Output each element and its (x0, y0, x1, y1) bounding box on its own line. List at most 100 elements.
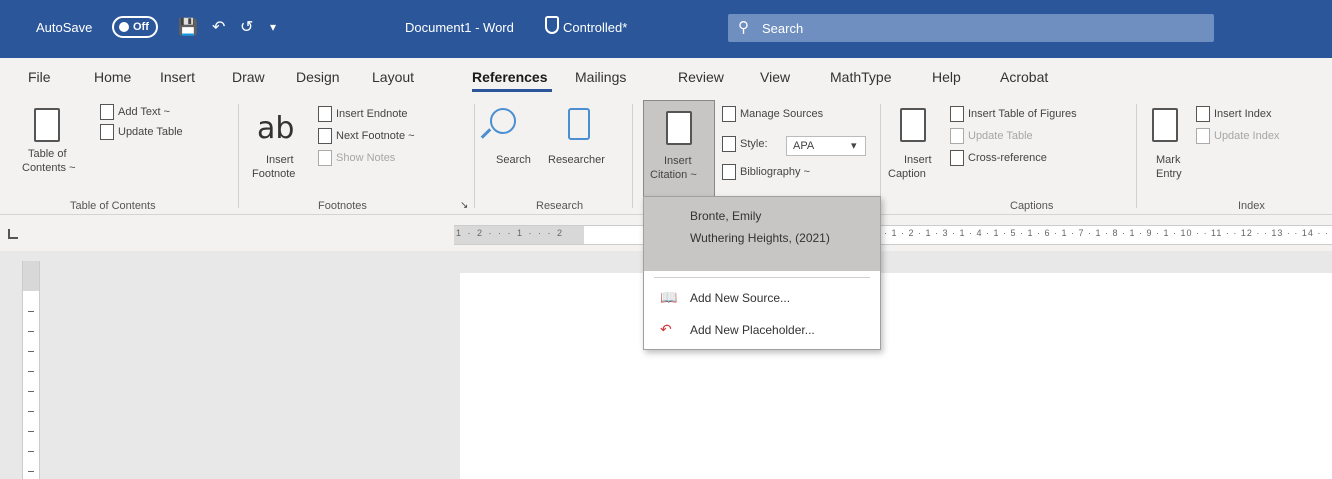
document-page[interactable] (460, 273, 1332, 479)
bibliography-button[interactable]: Bibliography ~ (740, 166, 810, 178)
search-button[interactable]: Search (496, 154, 531, 166)
redo-icon[interactable]: ↺ (240, 17, 253, 37)
tab-insert[interactable]: Insert (160, 69, 195, 85)
save-icon[interactable]: 💾 (178, 17, 198, 37)
insert-citation-icon (666, 111, 692, 145)
ruler-tick (28, 411, 34, 412)
tab-layout[interactable]: Layout (372, 69, 414, 85)
add-placeholder-icon: ↶ (660, 321, 672, 337)
style-label: Style: (740, 138, 768, 150)
group-separator (880, 104, 881, 208)
insert-footnote-l1[interactable]: Insert (266, 154, 294, 166)
researcher-button[interactable]: Researcher (548, 154, 605, 166)
style-icon (722, 136, 736, 152)
autosave-toggle[interactable]: Off (112, 16, 158, 38)
table-of-contents-button-l2[interactable]: Contents ~ (22, 162, 76, 174)
insert-citation-button[interactable]: Insert Citation ~ (643, 100, 715, 206)
citation-title: Wuthering Heights, (2021) (690, 231, 830, 245)
insert-footnote-icon[interactable]: ab (257, 111, 294, 146)
undo-icon[interactable]: ↶ (212, 17, 225, 37)
tab-review[interactable]: Review (678, 69, 724, 85)
insert-index-icon (1196, 106, 1210, 122)
document-background (0, 251, 460, 479)
sensitivity-label[interactable]: Controlled* (563, 20, 627, 35)
tab-design[interactable]: Design (296, 69, 340, 85)
insert-caption-icon[interactable] (900, 108, 926, 142)
chevron-down-icon: ▾ (851, 140, 857, 152)
insert-endnote-button[interactable]: Insert Endnote (336, 108, 408, 120)
tab-home[interactable]: Home (94, 69, 131, 85)
add-new-source-item[interactable]: Add New Source... (690, 291, 790, 305)
cross-reference-button[interactable]: Cross-reference (968, 152, 1047, 164)
table-of-contents-button-l1[interactable]: Table of (28, 148, 67, 160)
toggle-knob (119, 22, 129, 32)
horizontal-ruler[interactable]: 1 · 2 · · · 1 · · · 2 · 1 · 2 · 1 · 3 · … (454, 225, 1332, 245)
table-of-contents-icon[interactable] (34, 108, 60, 142)
show-notes-icon (318, 150, 332, 166)
group-label-toc: Table of Contents (70, 200, 156, 212)
bibliography-icon (722, 164, 736, 180)
update-index-icon (1196, 128, 1210, 144)
insert-footnote-l2[interactable]: Footnote (252, 168, 295, 180)
shield-icon (545, 16, 559, 34)
mark-entry-l1[interactable]: Mark (1156, 154, 1180, 166)
update-index-button[interactable]: Update Index (1214, 130, 1279, 142)
ruler-tick (28, 371, 34, 372)
next-footnote-button[interactable]: Next Footnote ~ (336, 130, 415, 142)
tab-view[interactable]: View (760, 69, 790, 85)
add-text-icon (100, 104, 114, 120)
manage-sources-icon (722, 106, 736, 122)
insert-table-of-figures-button[interactable]: Insert Table of Figures (968, 108, 1077, 120)
insert-citation-l2: Citation ~ (650, 169, 697, 181)
document-title: Document1 - Word (405, 20, 514, 35)
tab-mathtype[interactable]: MathType (830, 69, 891, 85)
tab-references[interactable]: References (472, 69, 548, 85)
add-new-placeholder-item[interactable]: Add New Placeholder... (690, 323, 815, 337)
update-table-figures-button[interactable]: Update Table (968, 130, 1033, 142)
show-notes-button[interactable]: Show Notes (336, 152, 395, 164)
active-tab-indicator (472, 89, 552, 92)
tab-mailings[interactable]: Mailings (575, 69, 626, 85)
style-select[interactable]: APA ▾ (786, 136, 866, 156)
add-text-button[interactable]: Add Text ~ (118, 106, 170, 118)
title-bar: AutoSave Off 💾 ↶ ↺ ▾ Document1 - Word Co… (0, 0, 1332, 58)
mark-entry-icon[interactable] (1152, 108, 1178, 142)
ruler-tick (28, 351, 34, 352)
insert-citation-l1: Insert (664, 155, 692, 167)
group-separator (1136, 104, 1137, 208)
ribbon-tabs: File Home Insert Draw Design Layout Refe… (0, 58, 1332, 96)
ruler-tick (28, 391, 34, 392)
insert-caption-l2[interactable]: Caption (888, 168, 926, 180)
ruler-tick (28, 331, 34, 332)
customize-dropdown-icon[interactable]: ▾ (270, 20, 276, 34)
ruler-tick (28, 311, 34, 312)
insert-caption-l1[interactable]: Insert (904, 154, 932, 166)
manage-sources-button[interactable]: Manage Sources (740, 108, 823, 120)
search-icon[interactable] (490, 108, 516, 134)
ruler-tick (28, 431, 34, 432)
tab-selector-icon[interactable] (8, 229, 18, 239)
group-separator (632, 104, 633, 208)
footnotes-dialog-launcher-icon[interactable]: ↘ (460, 200, 468, 211)
update-table-icon (100, 124, 114, 140)
researcher-icon[interactable] (568, 108, 590, 140)
ruler-numbers: · 1 · 2 · 1 · 3 · 1 · 4 · 1 · 5 · 1 · 6 … (884, 228, 1332, 238)
group-separator (238, 104, 239, 208)
vertical-ruler[interactable] (22, 261, 40, 479)
autosave-state: Off (133, 21, 149, 33)
search-box[interactable]: ⚲ Search (728, 14, 1214, 42)
group-label-captions: Captions (1010, 200, 1054, 212)
group-label-index: Index (1238, 200, 1265, 212)
mark-entry-l2[interactable]: Entry (1156, 168, 1182, 180)
menu-divider (654, 277, 870, 278)
vertical-ruler-margin (23, 261, 39, 291)
tab-help[interactable]: Help (932, 69, 961, 85)
tab-file[interactable]: File (28, 69, 51, 85)
citation-source-item[interactable]: Bronte, Emily Wuthering Heights, (2021) (644, 197, 880, 271)
insert-table-of-figures-icon (950, 106, 964, 122)
update-table-button[interactable]: Update Table (118, 126, 183, 138)
insert-index-button[interactable]: Insert Index (1214, 108, 1271, 120)
tab-acrobat[interactable]: Acrobat (1000, 69, 1048, 85)
update-table-icon (950, 128, 964, 144)
tab-draw[interactable]: Draw (232, 69, 265, 85)
